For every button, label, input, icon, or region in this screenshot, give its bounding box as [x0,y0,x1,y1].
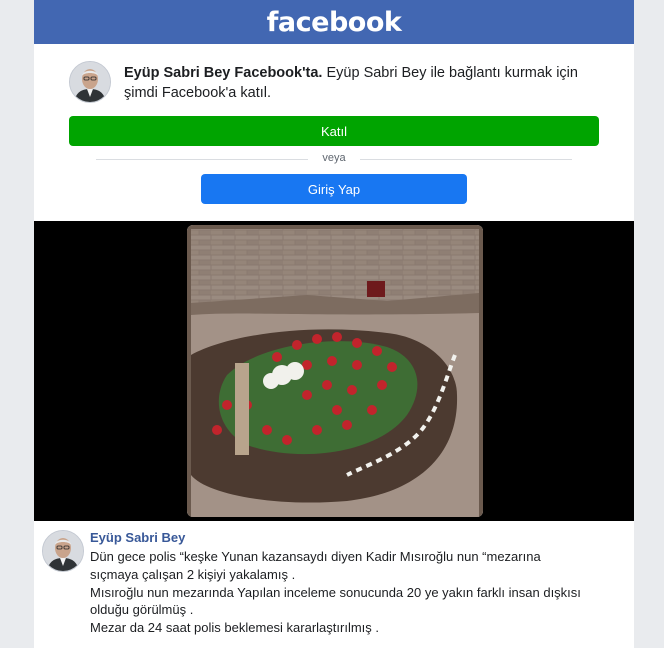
login-button[interactable]: Giriş Yap [201,174,467,204]
post-content: Eyüp Sabri Bey Dün gece polis “keşke Yun… [34,524,634,648]
separator-text: veya [322,152,346,164]
post-line: Dün gece polis “keşke Yunan kazansaydı d… [90,549,541,564]
post-line: Mısıroğlu nun mezarında Yapılan inceleme… [90,584,581,600]
post-line: Mezar da 24 saat polis beklemesi kararla… [90,620,379,636]
post-text: Dün gece polis “keşke Yunan kazansaydı d… [90,548,630,637]
post-line: olduğu görülmüş . [90,602,194,618]
post-author[interactable]: Eyüp Sabri Bey [90,530,185,545]
connect-name-lead: Eyüp Sabri Bey Facebook'ta. [124,65,323,81]
avatar[interactable] [42,530,84,572]
grave-photo[interactable] [187,225,483,517]
separator-line-right [360,159,572,160]
separator-line-left [96,159,308,160]
join-button[interactable]: Katıl [69,116,599,146]
facebook-logo[interactable]: facebook [267,7,402,38]
post-media[interactable] [34,221,634,521]
facebook-header-bar: facebook [34,0,634,44]
facebook-embed-card: facebook Eyüp Sabri Bey Facebook'ta. Eyü… [34,0,634,648]
post-line: sıçmaya çalışan 2 kişiyi yakalamış . [90,566,296,582]
connect-message: Eyüp Sabri Bey Facebook'ta. Eyüp Sabri B… [124,63,614,103]
avatar[interactable] [69,61,111,103]
